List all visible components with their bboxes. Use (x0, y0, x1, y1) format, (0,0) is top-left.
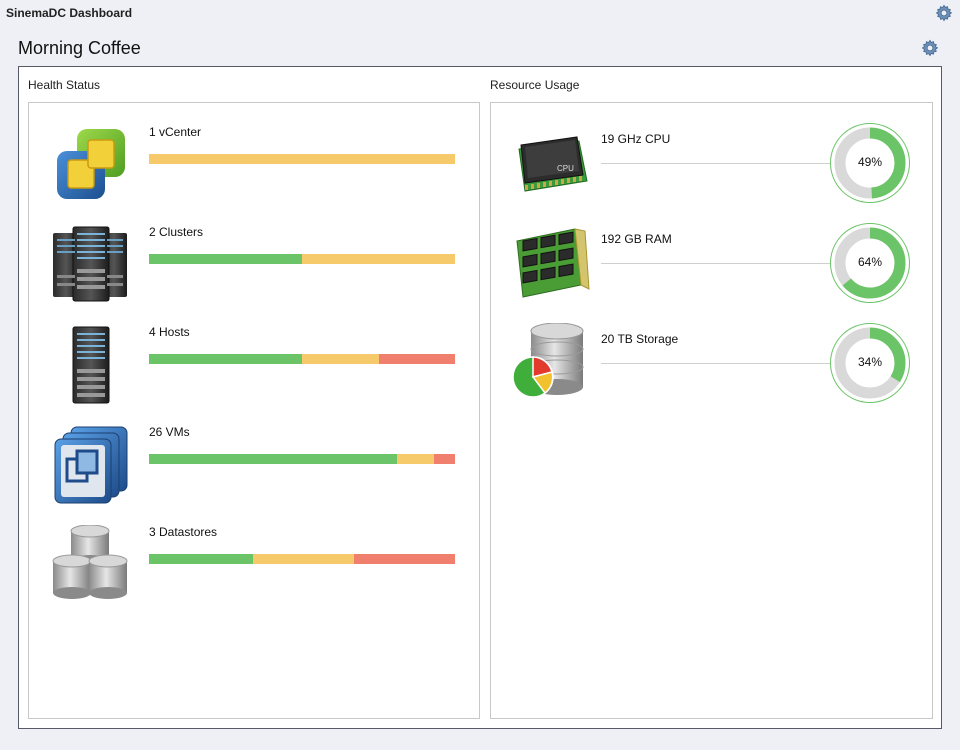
vcenter-icon (51, 125, 131, 205)
resource-row-storage[interactable]: 20 TB Storage 34% (491, 303, 932, 403)
health-label: 26 VMs (149, 425, 190, 439)
cpu-icon: CPU (511, 123, 591, 203)
health-label: 2 Clusters (149, 225, 204, 239)
bar-segment-ok (149, 354, 302, 364)
bar-segment-critical (378, 354, 455, 364)
health-bar (149, 254, 455, 264)
page-title: Morning Coffee (18, 38, 141, 58)
usage-gauge: 64% (829, 222, 911, 304)
resource-label: 192 GB RAM (601, 232, 672, 246)
health-row-hosts[interactable]: 4 Hosts (29, 303, 479, 404)
bar-segment-ok (149, 254, 302, 264)
health-bar (149, 554, 455, 564)
gear-icon[interactable] (921, 39, 939, 57)
divider (601, 163, 831, 164)
vms-icon (51, 425, 131, 505)
cpu-chip-label: CPU (557, 164, 574, 173)
bar-segment-warning (149, 154, 455, 164)
health-row-vcenter[interactable]: 1 vCenter (29, 103, 479, 199)
storage-icon (511, 323, 591, 403)
health-label: 1 vCenter (149, 125, 202, 139)
resource-row-ram[interactable]: 192 GB RAM 64% (491, 203, 932, 303)
gear-icon[interactable] (935, 4, 953, 22)
bar-segment-warning (302, 254, 455, 264)
divider (601, 363, 831, 364)
bar-segment-ok (149, 554, 254, 564)
bar-segment-critical (433, 454, 455, 464)
bar-segment-critical (354, 554, 455, 564)
resource-label: 19 GHz CPU (601, 132, 671, 146)
dashboard-window: SinemaDC Dashboard Morning Coffee Health… (0, 0, 960, 750)
usage-percent: 64% (857, 255, 883, 269)
health-row-vms[interactable]: 26 VMs (29, 403, 479, 504)
ram-icon (511, 223, 591, 303)
usage-percent: 49% (857, 155, 883, 169)
bar-segment-ok (149, 454, 397, 464)
resource-usage-title: Resource Usage (490, 78, 580, 92)
health-bar (149, 354, 455, 364)
health-status-panel: 1 vCenter 2 Clusters 4 Hosts 26 VMs 3 Da… (28, 102, 480, 719)
app-title: SinemaDC Dashboard (6, 6, 133, 20)
health-row-datastores[interactable]: 3 Datastores (29, 503, 479, 599)
usage-gauge: 34% (829, 322, 911, 404)
bar-segment-warning (396, 454, 434, 464)
health-label: 3 Datastores (149, 525, 218, 539)
health-row-clusters[interactable]: 2 Clusters (29, 203, 479, 302)
resource-label: 20 TB Storage (601, 332, 679, 346)
health-bar (149, 154, 455, 164)
health-status-title: Health Status (28, 78, 101, 92)
usage-gauge: 49% (829, 122, 911, 204)
divider (601, 263, 831, 264)
datastores-icon (51, 525, 131, 605)
health-bar (149, 454, 455, 464)
clusters-icon (51, 225, 131, 305)
health-label: 4 Hosts (149, 325, 190, 339)
usage-percent: 34% (857, 355, 883, 369)
resource-row-cpu[interactable]: CPU 19 GHz CPU 49% (491, 103, 932, 203)
bar-segment-warning (253, 554, 354, 564)
bar-segment-warning (302, 354, 379, 364)
hosts-icon (51, 325, 131, 405)
resource-usage-panel: CPU 19 GHz CPU 49% 192 GB RAM 64% 20 TB … (490, 102, 933, 719)
dashboard-card: Health Status Resource Usage 1 vCenter 2… (18, 66, 942, 729)
